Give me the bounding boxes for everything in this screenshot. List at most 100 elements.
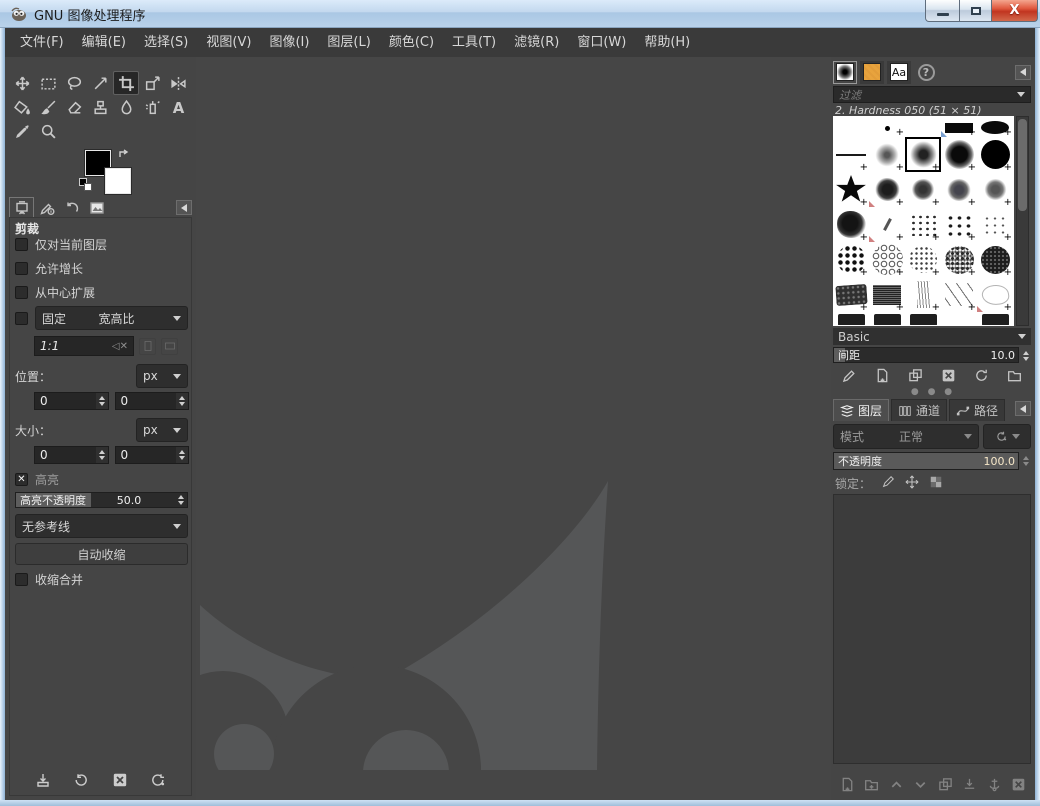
checkbox-row-current-layer[interactable]: 仅对当前图层	[15, 236, 107, 253]
open-brush-location-button[interactable]	[1007, 368, 1022, 386]
lock-position-icon[interactable]	[905, 475, 919, 492]
tab-help[interactable]: ?	[914, 61, 938, 84]
refresh-brushes-button[interactable]	[974, 368, 989, 386]
brush-cell-texrect[interactable]: +	[833, 277, 869, 313]
brush-cell-darkcut[interactable]	[869, 312, 905, 325]
free-select-tool-button[interactable]	[61, 71, 87, 95]
maximize-button[interactable]	[960, 0, 992, 22]
brush-cell-sparse[interactable]: +	[977, 207, 1013, 243]
brush-cell-blank[interactable]	[905, 116, 941, 137]
canvas[interactable]	[196, 57, 831, 800]
dock-tab-tool-options[interactable]	[9, 197, 34, 218]
swap-colors-icon[interactable]	[117, 146, 131, 165]
smudge-tool-button[interactable]	[113, 95, 139, 119]
tab-brushes[interactable]	[833, 60, 857, 84]
brush-cell-noise[interactable]: +	[941, 242, 977, 278]
menu-item-8[interactable]: 滤镜(R)	[505, 28, 568, 57]
menu-item-2[interactable]: 选择(S)	[135, 28, 197, 57]
close-button[interactable]: X	[992, 0, 1038, 22]
fixed-dropdown[interactable]: 固定 宽高比	[35, 306, 188, 330]
checkbox-checked[interactable]: ✕	[15, 473, 28, 486]
menu-item-4[interactable]: 图像(I)	[260, 28, 318, 57]
brush-cell-stipple[interactable]: +	[905, 242, 941, 278]
brush-cell-specks[interactable]: +	[905, 207, 941, 243]
bucket-fill-tool-button[interactable]	[9, 95, 35, 119]
tab-layers[interactable]: 图层	[833, 399, 890, 421]
fixed-checkbox[interactable]	[15, 311, 28, 325]
aspect-ratio-input[interactable]: 1:1 ◁✕	[34, 336, 134, 356]
auto-shrink-button[interactable]: 自动收缩	[15, 543, 188, 565]
spinner-arrows[interactable]	[175, 493, 187, 507]
spacing-slider[interactable]: 间距 10.0	[833, 347, 1019, 363]
spinner-arrows[interactable]	[1020, 452, 1031, 470]
delete-brush-button[interactable]	[941, 368, 956, 386]
dock-tab-device-status[interactable]	[34, 197, 59, 218]
duplicate-brush-button[interactable]	[908, 368, 923, 386]
menu-item-6[interactable]: 颜色(C)	[380, 28, 443, 57]
brush-cell-star[interactable]: +	[833, 172, 869, 208]
checkbox-row-allow-growing[interactable]: 允许增长	[15, 260, 83, 277]
lower-layer-button[interactable]	[913, 777, 928, 795]
tab-paths[interactable]: 路径	[949, 399, 1006, 421]
dock-splitter[interactable]: ● ● ●	[831, 388, 1035, 397]
brush-cell-darkcut[interactable]	[977, 312, 1013, 325]
position-x-spinner[interactable]: 0	[34, 392, 109, 410]
portrait-icon[interactable]	[139, 337, 156, 355]
brush-cell-dot[interactable]: +	[869, 116, 905, 137]
checkbox[interactable]	[15, 238, 28, 251]
crop-tool-button[interactable]	[113, 71, 139, 95]
brush-cell-soft25[interactable]: +	[869, 137, 905, 173]
menu-item-3[interactable]: 视图(V)	[197, 28, 260, 57]
position-y-spinner[interactable]: 0	[114, 392, 189, 410]
color-picker-tool-button[interactable]	[9, 119, 35, 143]
brush-cell-slash[interactable]: +	[869, 207, 905, 243]
checkbox[interactable]	[15, 286, 28, 299]
brush-cell-circle[interactable]: +	[977, 137, 1013, 173]
move-tool-button[interactable]	[9, 71, 35, 95]
layer-mode-dropdown[interactable]: 模式 正常	[833, 424, 979, 449]
flip-tool-button[interactable]	[165, 71, 191, 95]
spinner-arrows[interactable]	[95, 393, 108, 409]
background-color-swatch[interactable]	[105, 168, 131, 194]
checkbox-row-expand-from-center[interactable]: 从中心扩展	[15, 284, 95, 301]
brush-cell-bar[interactable]: +	[941, 116, 977, 137]
reset-options-button[interactable]	[150, 772, 166, 791]
brush-cell-darkcut[interactable]	[905, 312, 941, 325]
brush-cell-splat2[interactable]: +	[905, 172, 941, 208]
brush-cell-splat[interactable]: +	[869, 172, 905, 208]
brush-cell-honey[interactable]: +	[869, 242, 905, 278]
text-tool-button[interactable]: A	[165, 95, 191, 119]
position-unit-dropdown[interactable]: px	[136, 364, 188, 388]
brush-scrollbar[interactable]	[1016, 116, 1029, 326]
mode-switch-button[interactable]	[983, 424, 1031, 449]
guides-dropdown[interactable]: 无参考线	[15, 514, 188, 538]
clear-icon[interactable]: ◁✕	[112, 341, 128, 352]
dock-collapse-button[interactable]	[1015, 64, 1031, 80]
menu-item-10[interactable]: 帮助(H)	[635, 28, 699, 57]
menu-item-7[interactable]: 工具(T)	[443, 28, 505, 57]
spinner-arrows[interactable]	[95, 447, 108, 463]
menu-item-9[interactable]: 窗口(W)	[568, 28, 635, 57]
brush-cell-blob[interactable]: +	[833, 207, 869, 243]
opacity-slider[interactable]: 不透明度 100.0	[833, 452, 1019, 470]
brush-cell-cells[interactable]: +	[833, 242, 869, 278]
dock-tab-images[interactable]	[84, 197, 109, 218]
new-layer-group-button[interactable]	[864, 777, 879, 795]
dock-collapse-button[interactable]	[176, 200, 192, 215]
checkbox[interactable]	[15, 262, 28, 275]
brush-cell-sticks[interactable]: +	[941, 277, 977, 313]
brush-cell-splat4[interactable]: +	[977, 172, 1013, 208]
size-unit-dropdown[interactable]: px	[136, 418, 188, 442]
spinner-arrows[interactable]	[176, 393, 188, 409]
checkbox[interactable]	[15, 573, 28, 586]
brush-cell-scribble[interactable]: +	[905, 277, 941, 313]
brush-cell-sketch[interactable]: +	[977, 277, 1013, 313]
brush-set-dropdown[interactable]: Basic	[833, 328, 1031, 345]
lock-alpha-icon[interactable]	[929, 475, 943, 492]
clone-tool-button[interactable]	[87, 95, 113, 119]
spinner-arrows[interactable]	[1020, 347, 1031, 365]
merge-down-button[interactable]	[962, 777, 977, 795]
dock-collapse-button[interactable]	[1015, 401, 1031, 416]
tab-fonts[interactable]: Aa	[887, 60, 911, 84]
tab-channels[interactable]: 通道	[891, 399, 948, 421]
